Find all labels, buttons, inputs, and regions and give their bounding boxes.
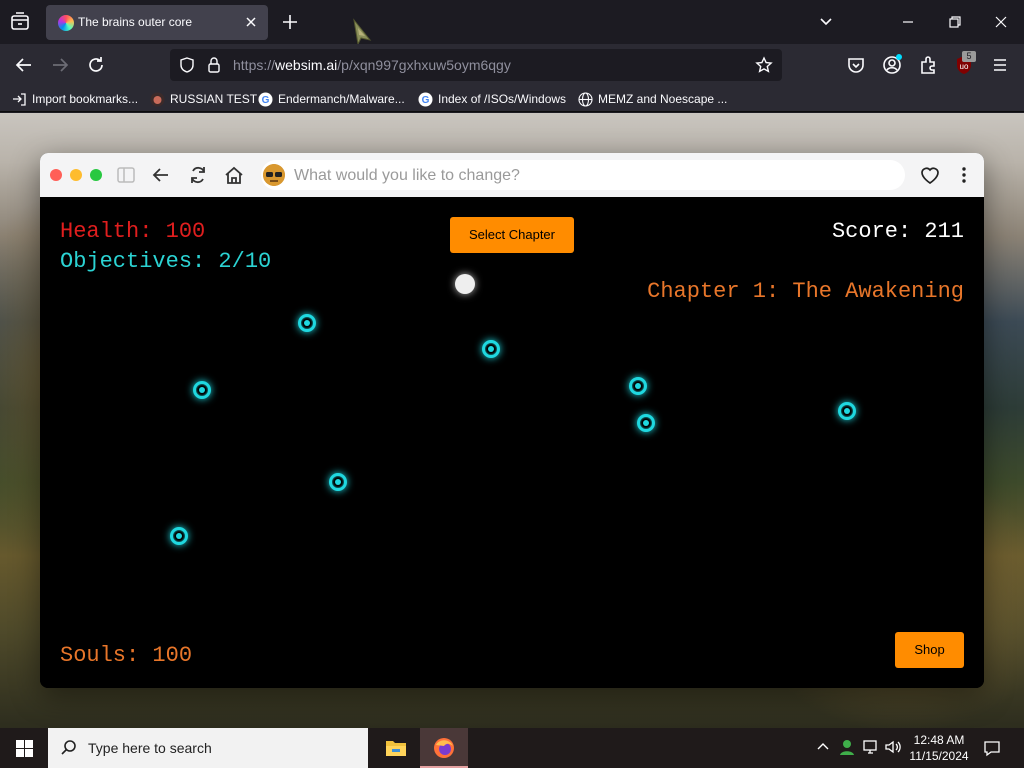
network-icon[interactable] [862,738,880,756]
shop-button[interactable]: Shop [895,632,964,668]
soul-orb[interactable] [838,402,856,420]
soul-orb[interactable] [193,381,211,399]
active-tab[interactable]: The brains outer core [46,5,268,40]
home-icon[interactable] [223,164,245,186]
objectives-display: Objectives: 2/10 [60,249,272,274]
search-icon [61,740,76,755]
more-options-icon[interactable] [953,164,975,186]
soul-orb[interactable] [329,473,347,491]
bookmarks-toolbar: Import bookmarks... RUSSIAN TEST G Ender… [0,86,1024,112]
notifications-icon[interactable] [983,739,1001,757]
url-text[interactable]: https://websim.ai/p/xqn997gxhxuw5oym6qgy [233,57,511,73]
game-canvas[interactable]: Health: 100 Objectives: 2/10 Score: 211 … [40,197,984,688]
bookmark-memz[interactable]: MEMZ and Noescape ... [578,90,727,108]
sidebar-icon[interactable] [115,164,137,186]
new-tab-icon[interactable] [280,12,300,32]
chapter-title: Chapter 1: The Awakening [647,279,964,304]
bookmark-label: Index of /ISOs/Windows [438,92,567,106]
tab-bar: The brains outer core [0,0,1024,46]
notification-dot [896,54,902,60]
tracking-protection-icon[interactable] [178,56,196,74]
list-all-tabs-icon[interactable] [816,12,836,32]
clock-time: 12:48 AM [913,733,965,747]
close-tab-icon[interactable] [242,13,260,31]
svg-text:G: G [262,95,270,106]
clock-date: 11/15/2024 [909,749,969,763]
player-orb[interactable] [455,274,475,294]
start-button[interactable] [0,728,48,768]
heart-icon[interactable] [919,164,941,186]
prompt-placeholder: What would you like to change? [294,167,520,184]
pocket-icon[interactable] [845,54,867,76]
close-dot[interactable] [50,169,62,181]
menu-icon[interactable] [989,54,1011,76]
file-explorer-app[interactable] [372,728,420,768]
tree-cursor-icon [353,18,372,46]
extension-badge: 5 [962,51,976,62]
soul-orb[interactable] [170,527,188,545]
close-window-icon[interactable] [991,12,1011,32]
firefox-icon [434,738,454,758]
restore-icon[interactable] [945,12,965,32]
select-chapter-button[interactable]: Select Chapter [450,217,574,253]
websim-favicon-icon [58,15,74,31]
minimize-dot[interactable] [70,169,82,181]
back-icon[interactable] [13,54,35,76]
health-display: Health: 100 [60,219,206,244]
reload-icon[interactable] [85,54,107,76]
octocat-icon [150,92,165,106]
import-icon [13,92,26,106]
lock-icon[interactable] [206,56,222,74]
globe-icon [578,91,593,107]
people-icon[interactable] [838,738,856,756]
bookmark-index-isos[interactable]: G Index of /ISOs/Windows [418,90,566,108]
google-icon: G [418,92,433,106]
bookmark-label: Endermanch/Malware... [278,92,405,106]
souls-display: Souls: 100 [60,643,193,668]
soul-orb[interactable] [298,314,316,332]
windows-logo-icon [16,740,33,757]
websim-window: What would you like to change? Health: 1… [40,153,984,688]
navigation-bar: https://websim.ai/p/xqn997gxhxuw5oym6qgy… [0,44,1024,86]
svg-text:G: G [422,95,430,106]
websim-toolbar: What would you like to change? [40,153,984,197]
search-placeholder: Type here to search [88,740,212,756]
tab-title: The brains outer core [78,15,193,29]
show-hidden-icons-icon[interactable] [814,738,832,756]
bookmark-star-icon[interactable] [755,56,773,74]
bookmark-label: Import bookmarks... [32,92,139,106]
windows-taskbar: Type here to search 12:48 AM 11/15/2024 [0,728,1024,768]
back-icon[interactable] [150,164,172,186]
forward-icon[interactable] [49,54,71,76]
prompt-input[interactable]: What would you like to change? [261,160,905,190]
maximize-dot[interactable] [90,169,102,181]
bookmark-endermanch[interactable]: G Endermanch/Malware... [258,90,405,108]
soul-orb[interactable] [482,340,500,358]
refresh-icon[interactable] [187,164,209,186]
address-bar[interactable]: https://websim.ai/p/xqn997gxhxuw5oym6qgy [170,49,782,81]
extensions-icon[interactable] [917,54,939,76]
bookmark-label: MEMZ and Noescape ... [598,92,728,106]
minimize-icon[interactable] [898,12,918,32]
avatar-face-icon [263,164,285,186]
svg-text:uo: uo [960,62,969,71]
firefox-app[interactable] [420,728,468,768]
bookmark-import[interactable]: Import bookmarks... [12,90,138,108]
soul-orb[interactable] [629,377,647,395]
tab-list-icon[interactable] [8,10,32,34]
system-clock[interactable]: 12:48 AM 11/15/2024 [905,732,973,764]
volume-icon[interactable] [884,738,902,756]
user-avatar[interactable] [263,164,285,186]
bookmark-russian-test[interactable]: RUSSIAN TEST [150,90,257,108]
bookmark-label: RUSSIAN TEST [170,92,258,106]
google-icon: G [258,92,273,106]
folder-icon [386,741,406,756]
score-display: Score: 211 [831,219,964,244]
taskbar-search[interactable]: Type here to search [48,728,368,768]
soul-orb[interactable] [637,414,655,432]
